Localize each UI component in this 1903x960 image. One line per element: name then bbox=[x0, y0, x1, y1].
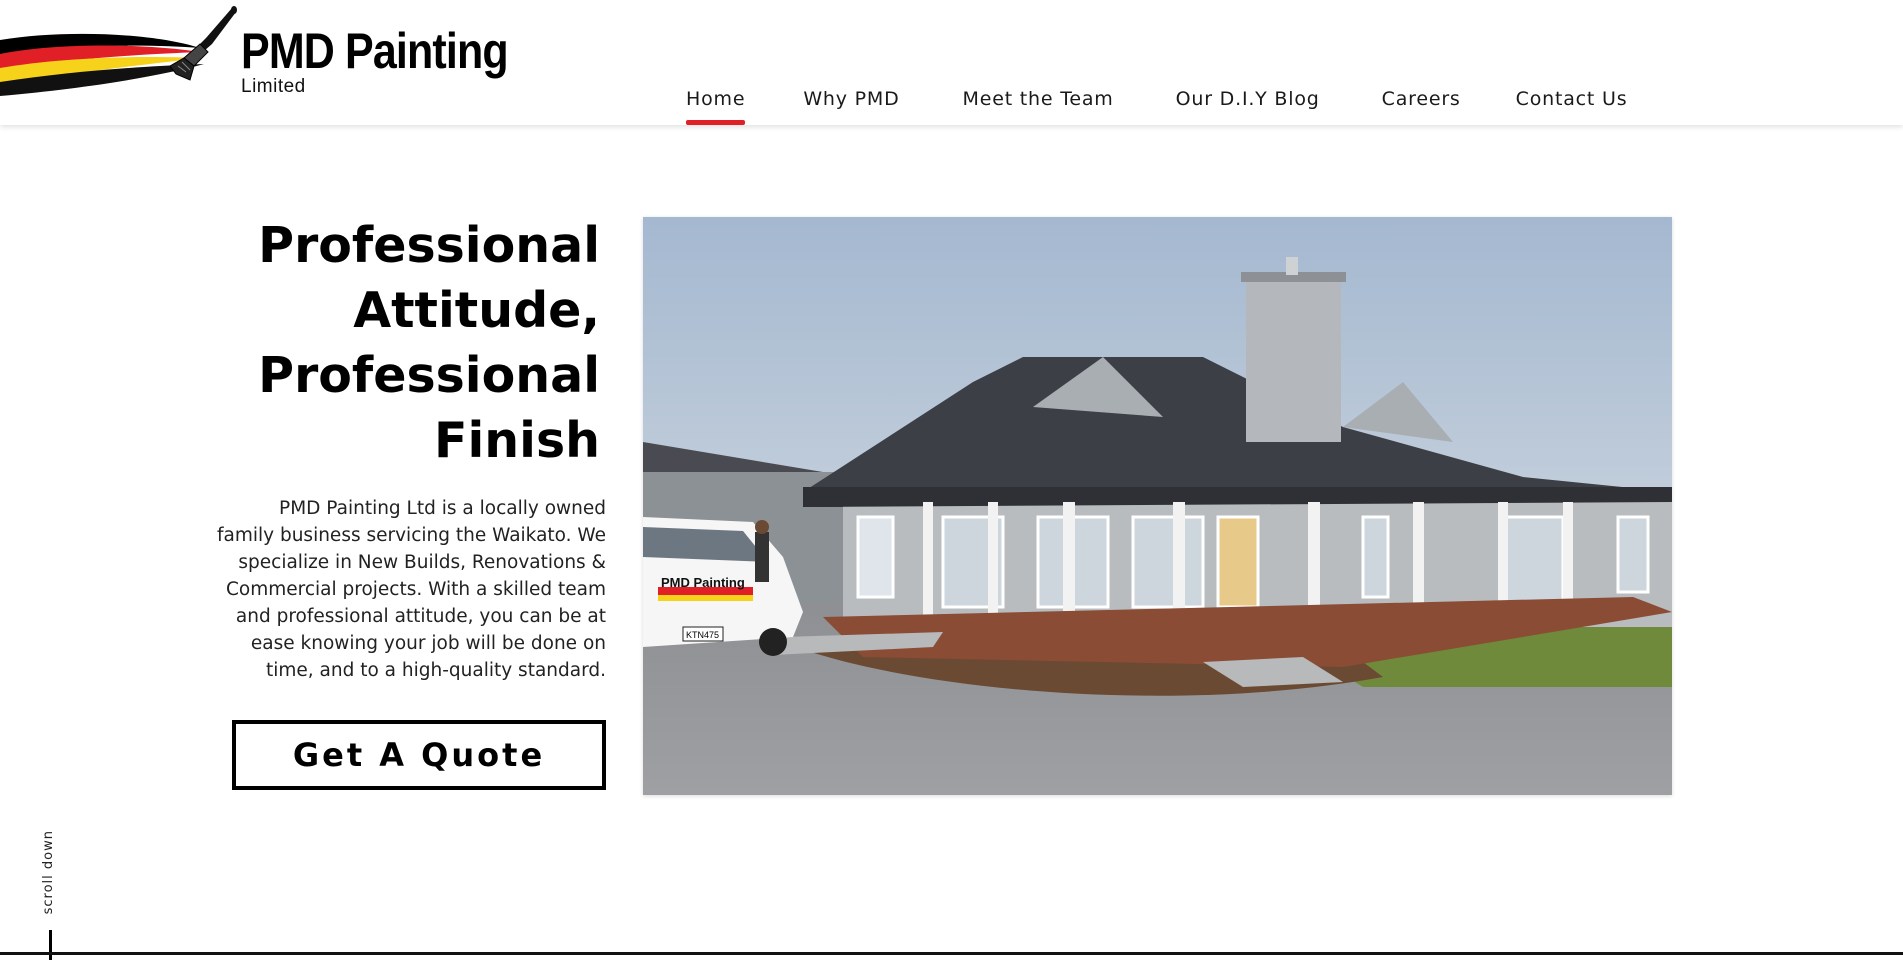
site-header: PMD Painting Limited Home Why PMD Meet t… bbox=[0, 0, 1903, 125]
brand-subtitle: Limited bbox=[241, 76, 306, 97]
nav-item-meet-the-team[interactable]: Meet the Team bbox=[963, 88, 1114, 125]
hero-description-line: specialize in New Builds, Renovations & bbox=[238, 552, 606, 573]
nav-item-diy-blog[interactable]: Our D.I.Y Blog bbox=[1176, 88, 1320, 125]
hero-title-line: Professional bbox=[258, 347, 600, 404]
nav-item-why-pmd[interactable]: Why PMD bbox=[803, 88, 899, 125]
hero-description-line: and professional attitude, you can be at bbox=[235, 606, 606, 627]
license-plate: KTN475 bbox=[686, 630, 719, 640]
hero-title-line: Professional bbox=[258, 217, 600, 274]
get-a-quote-button[interactable]: Get A Quote bbox=[232, 720, 606, 790]
scroll-line bbox=[49, 930, 52, 960]
brand-title: PMD Painting bbox=[241, 23, 509, 79]
hero-title-line: Attitude, bbox=[353, 282, 600, 339]
nav-item-home[interactable]: Home bbox=[686, 88, 746, 125]
scroll-down-indicator[interactable]: scroll down bbox=[40, 830, 62, 960]
hero-title: Professional Attitude, Professional Fini… bbox=[200, 213, 600, 473]
hero-description: PMD Painting Ltd is a locally owned fami… bbox=[216, 495, 606, 684]
hero-description-line: ease knowing your job will be done on bbox=[250, 633, 606, 654]
hero-title-line: Finish bbox=[434, 412, 600, 469]
van-text: PMD Painting bbox=[661, 575, 745, 590]
logo-link[interactable]: PMD Painting Limited bbox=[0, 0, 520, 110]
paintbrush-swoosh-icon bbox=[0, 6, 237, 96]
main-nav: Home Why PMD Meet the Team Our D.I.Y Blo… bbox=[686, 88, 1627, 125]
hero-house-photo: PMD Painting KTN475 bbox=[643, 217, 1672, 795]
scroll-down-label: scroll down bbox=[41, 830, 56, 915]
nav-item-careers[interactable]: Careers bbox=[1382, 88, 1461, 125]
hero-description-line: family business servicing the Waikato. W… bbox=[216, 525, 606, 546]
nav-item-contact-us[interactable]: Contact Us bbox=[1516, 88, 1628, 125]
hero-description-line: Commercial projects. With a skilled team bbox=[225, 579, 606, 600]
house-illustration: PMD Painting KTN475 bbox=[643, 217, 1672, 795]
hero-description-line: time, and to a high-quality standard. bbox=[265, 660, 606, 681]
hero-description-line: PMD Painting Ltd is a locally owned bbox=[279, 498, 606, 519]
